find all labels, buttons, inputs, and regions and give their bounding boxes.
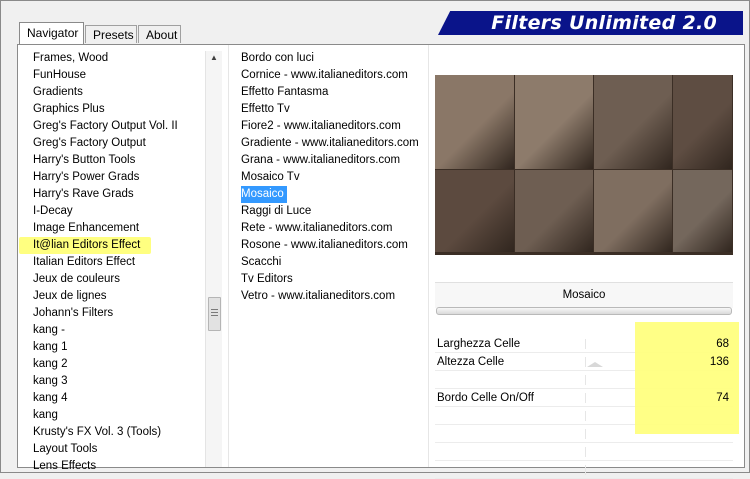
filter-preview [435, 75, 733, 255]
param-slider-track[interactable] [585, 357, 586, 367]
filter-item[interactable]: Grana - www.italianeditors.com [239, 152, 419, 169]
category-item[interactable]: kang 3 [32, 373, 178, 390]
preview-tile [515, 75, 593, 169]
filter-item[interactable]: Gradiente - www.italianeditors.com [239, 135, 419, 152]
category-item[interactable]: Image Enhancement [32, 220, 178, 237]
param-row[interactable] [435, 461, 733, 479]
category-item[interactable]: kang 1 [32, 339, 178, 356]
category-item[interactable]: Italian Editors Effect [32, 254, 178, 271]
filter-item[interactable]: Vetro - www.italianeditors.com [239, 288, 419, 305]
filter-list[interactable]: Bordo con luci Cornice - www.italianedito… [239, 50, 419, 305]
preview-tile [673, 75, 732, 169]
preview-tile [594, 170, 672, 252]
progress-bar [436, 307, 732, 315]
preview-tile [594, 75, 672, 169]
scroll-up-arrow-icon[interactable]: ▲ [206, 51, 222, 65]
filters-unlimited-window: Filters Unlimited 2.0 Navigator Presets … [0, 0, 750, 479]
param-slider-track[interactable] [585, 465, 586, 475]
preview-tile [515, 170, 593, 252]
scroll-thumb[interactable] [208, 297, 221, 331]
category-item[interactable]: Frames, Wood [32, 50, 178, 67]
grip-icon [211, 309, 218, 317]
tab-navigator[interactable]: Navigator [19, 22, 84, 44]
filter-item[interactable]: Effetto Tv [239, 101, 419, 118]
selected-filter-label: Mosaico [241, 186, 287, 203]
category-item[interactable]: It@lian Editors Effect [19, 237, 151, 254]
category-item[interactable]: Graphics Plus [32, 101, 178, 118]
category-item[interactable]: I-Decay [32, 203, 178, 220]
filter-item[interactable]: Cornice - www.italianeditors.com [239, 67, 419, 84]
param-label: Altezza Celle [437, 356, 505, 368]
filter-item[interactable]: Raggi di Luce [239, 203, 419, 220]
filter-item[interactable]: Rosone - www.italianeditors.com [239, 237, 419, 254]
tab-about[interactable]: About [138, 25, 181, 43]
filter-item[interactable]: Tv Editors [239, 271, 419, 288]
title-banner: Filters Unlimited 2.0 [438, 11, 743, 35]
param-label: Larghezza Celle [437, 338, 521, 350]
filter-name-label: Mosaico [435, 282, 733, 308]
category-item[interactable]: Harry's Power Grads [32, 169, 178, 186]
param-slider-track[interactable] [585, 447, 586, 457]
filter-item[interactable]: Mosaico [239, 186, 419, 203]
category-scrollbar[interactable]: ▲ [205, 51, 222, 467]
param-value: 68 [716, 338, 729, 350]
category-item[interactable]: kang - [32, 322, 178, 339]
preview-tile [435, 170, 514, 252]
param-slider-track[interactable] [585, 393, 586, 403]
filter-item[interactable]: Effetto Fantasma [239, 84, 419, 101]
category-item[interactable]: Layout Tools [32, 441, 178, 458]
param-slider-track[interactable] [585, 339, 586, 349]
param-value: 74 [716, 392, 729, 404]
param-slider-track[interactable] [585, 411, 586, 421]
category-item[interactable]: Gradients [32, 84, 178, 101]
category-item[interactable]: Johann's Filters [32, 305, 178, 322]
category-list[interactable]: Frames, Wood FunHouse Gradients Graphics Pl… [19, 50, 178, 475]
filter-item[interactable]: Scacchi [239, 254, 419, 271]
category-item[interactable]: Jeux de couleurs [32, 271, 178, 288]
tab-presets[interactable]: Presets [85, 25, 137, 43]
category-item[interactable]: Harry's Button Tools [32, 152, 178, 169]
category-item[interactable]: Krusty's FX Vol. 3 (Tools) [32, 424, 178, 441]
param-row[interactable] [435, 443, 733, 461]
filter-item[interactable]: Mosaico Tv [239, 169, 419, 186]
category-item[interactable]: kang 2 [32, 356, 178, 373]
category-item[interactable]: Greg's Factory Output Vol. II [32, 118, 178, 135]
preview-tile [673, 170, 732, 252]
param-value: 136 [709, 356, 729, 368]
param-label: Bordo Celle On/Off [437, 392, 534, 404]
banner-title: Filters Unlimited 2.0 [491, 12, 717, 34]
category-item[interactable]: Jeux de lignes [32, 288, 178, 305]
category-item[interactable]: FunHouse [32, 67, 178, 84]
param-slider-track[interactable] [585, 375, 586, 385]
slider-thumb-icon[interactable] [587, 362, 603, 367]
preview-tile [435, 75, 514, 169]
category-item[interactable]: kang [32, 407, 178, 424]
category-item[interactable]: Harry's Rave Grads [32, 186, 178, 203]
filter-item[interactable]: Bordo con luci [239, 50, 419, 67]
category-item[interactable]: Greg's Factory Output [32, 135, 178, 152]
filter-item[interactable]: Fiore2 - www.italianeditors.com [239, 118, 419, 135]
filter-item[interactable]: Rete - www.italianeditors.com [239, 220, 419, 237]
preview-divider [428, 45, 429, 467]
param-slider-track[interactable] [585, 429, 586, 439]
list-divider [228, 45, 229, 467]
category-item[interactable]: kang 4 [32, 390, 178, 407]
category-item[interactable]: Lens Effects [32, 458, 178, 475]
